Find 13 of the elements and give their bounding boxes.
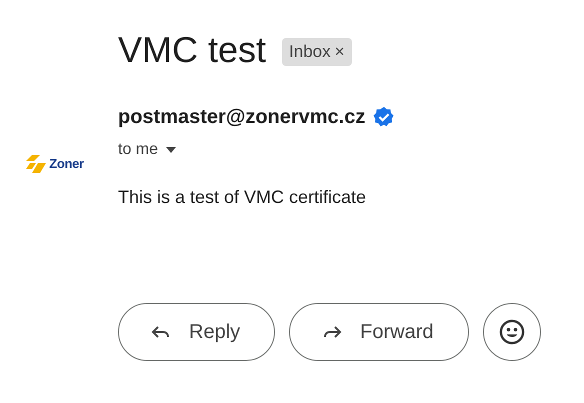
forward-button[interactable]: Forward <box>289 303 468 361</box>
email-subject: VMC test <box>118 28 266 72</box>
smiley-icon <box>498 318 526 346</box>
reply-button[interactable]: Reply <box>118 303 276 361</box>
remove-label-button[interactable]: × <box>334 39 345 65</box>
emoji-reaction-button[interactable] <box>482 303 540 361</box>
sender-address: postmaster@zonervmc.cz <box>118 105 366 130</box>
sender-logo: Zoner <box>26 117 84 211</box>
dropdown-caret-icon[interactable] <box>166 147 176 153</box>
inbox-label: Inbox × <box>282 38 352 66</box>
message-body: This is a test of VMC certificate <box>118 186 368 209</box>
recipient-text: to me <box>118 140 158 160</box>
logo-mark-icon <box>26 155 46 173</box>
